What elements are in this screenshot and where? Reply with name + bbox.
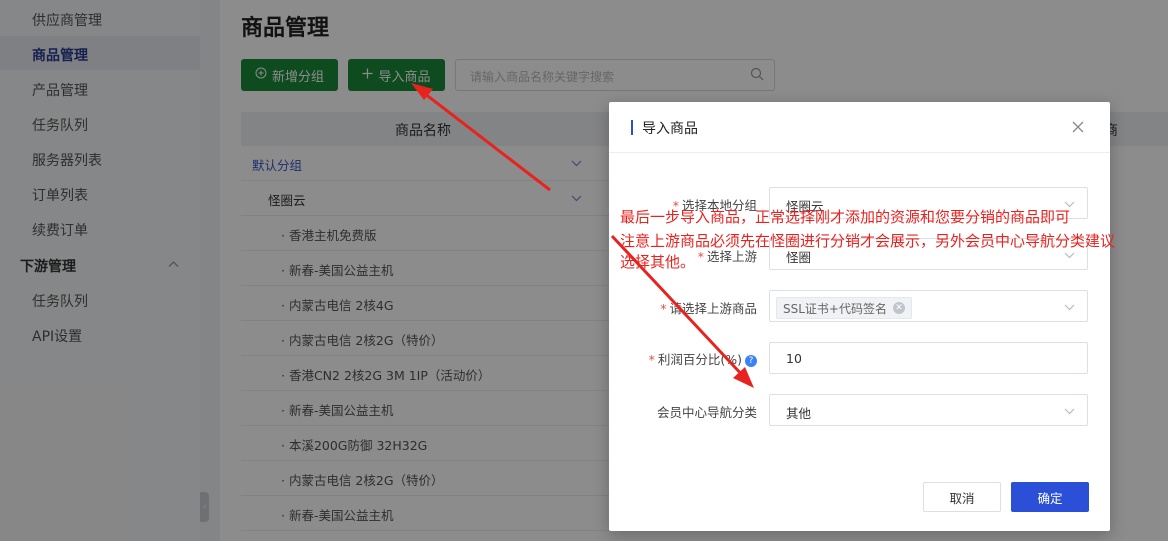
member-nav-category-select[interactable]: 其他 [769, 394, 1088, 426]
dialog-title: 导入商品 [642, 121, 698, 137]
chevron-down-icon [1064, 404, 1075, 419]
annotation-line-1: 最后一步导入商品，正常选择刚才添加的资源和您要分销的商品即可 [620, 208, 1071, 226]
required-mark: * [648, 352, 655, 367]
annotation-line-2: 注意上游商品必须先在怪圈进行分销才会展示，另外会员中心导航分类建议 [620, 232, 1116, 250]
upstream-product-select[interactable]: SSL证书+代码签名 ✕ [769, 290, 1088, 322]
member-nav-category-label: 会员中心导航分类 [656, 405, 757, 420]
required-mark: * [660, 301, 667, 316]
help-icon[interactable]: ? [745, 354, 757, 367]
selected-product-tag-label: SSL证书+代码签名 [783, 301, 887, 316]
member-nav-category-value: 其他 [786, 406, 812, 421]
dialog-header: 导入商品 [609, 102, 1110, 153]
tag-remove-icon[interactable]: ✕ [892, 302, 905, 314]
required-mark: * [697, 249, 704, 264]
profit-percent-label: * 利润百分比(%)? [617, 349, 757, 368]
profit-percent-input[interactable]: 10 [769, 342, 1088, 374]
upstream-product-label-text: 请选择上游商品 [669, 301, 757, 316]
upstream-label-text: 选择上游 [706, 249, 757, 264]
import-products-dialog: 导入商品 * 选择本地分组 怪圈云 * 选择上游 怪圈 * 请选择上游商品 SSL证书… [609, 102, 1110, 531]
upstream-product-label: * 请选择上游商品 [617, 298, 757, 317]
annotation-line-3: 选择其他。 [620, 253, 696, 271]
cancel-button[interactable]: 取消 [923, 482, 1001, 512]
profit-percent-label-text: 利润百分比(%) [657, 352, 742, 367]
profit-percent-value: 10 [786, 351, 802, 366]
chevron-down-icon [1064, 300, 1075, 315]
dialog-title-accent [631, 120, 633, 135]
close-icon[interactable] [1071, 120, 1087, 136]
selected-product-tag: SSL证书+代码签名 ✕ [776, 297, 912, 319]
confirm-button[interactable]: 确定 [1011, 482, 1089, 512]
